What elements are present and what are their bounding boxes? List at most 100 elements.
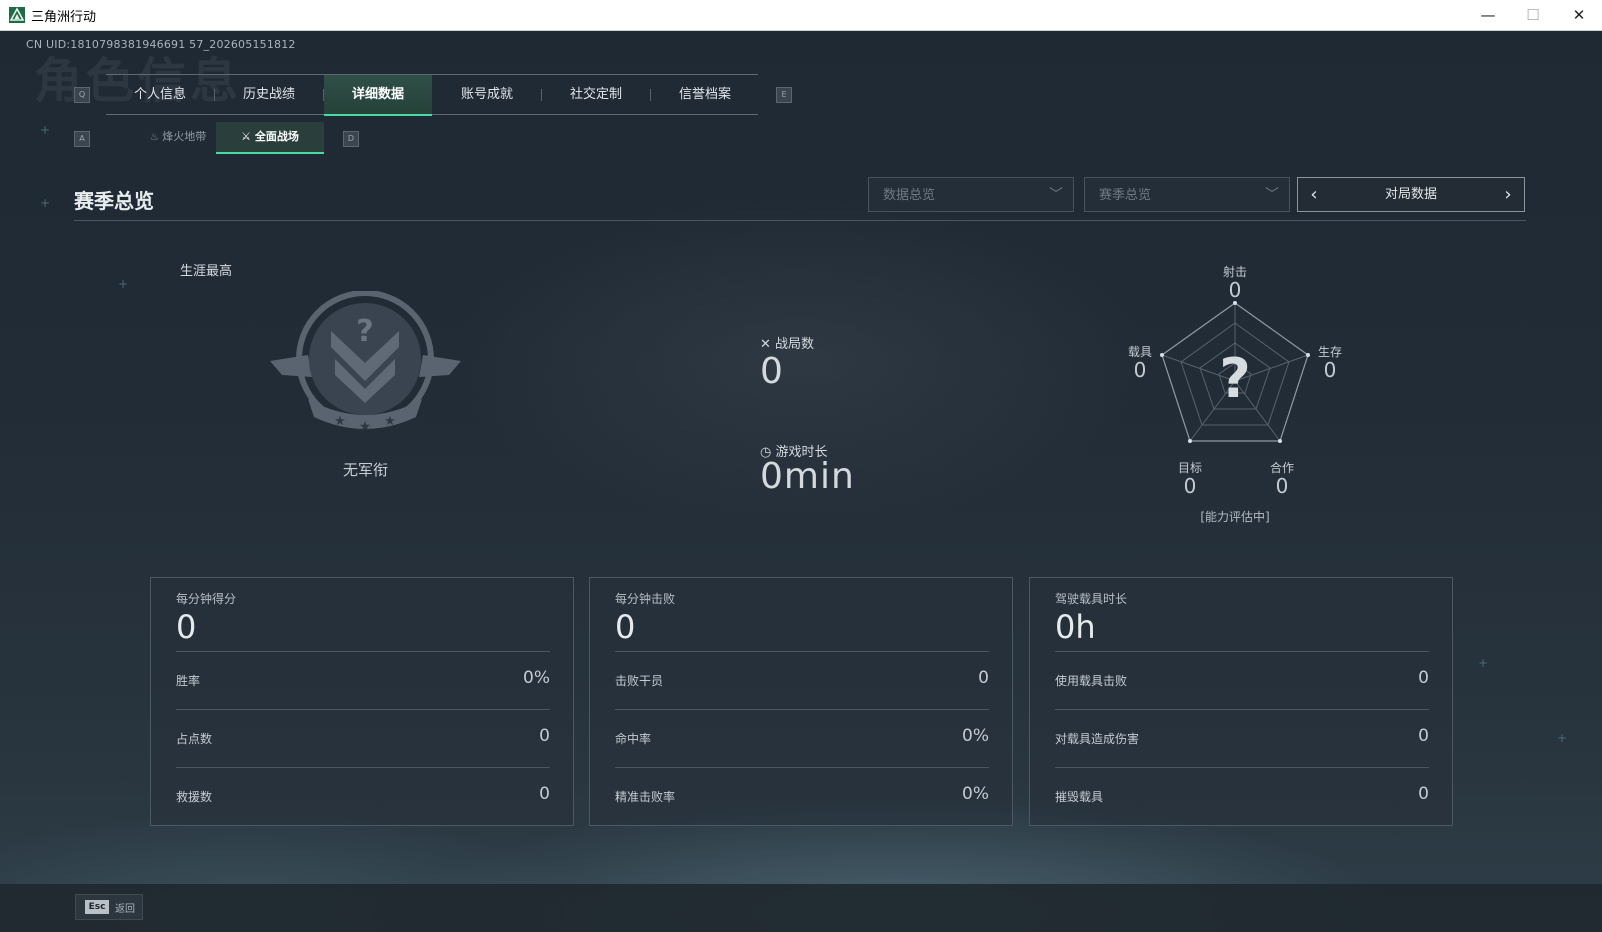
close-button[interactable]: ✕ xyxy=(1556,0,1602,30)
pager-label: 对局数据 xyxy=(1384,187,1437,202)
radar-status: [能力评估中] xyxy=(1200,510,1270,524)
card-head-value: 0h xyxy=(1055,608,1096,646)
card-head-label: 每分钟击败 xyxy=(615,592,676,606)
decor-crosshair: + xyxy=(118,277,129,291)
matches-stat: ✕ 战局数 xyxy=(760,333,814,352)
tab-match-history[interactable]: 历史战绩 xyxy=(215,75,323,114)
career-best-label: 生涯最高 xyxy=(180,264,233,279)
chevron-down-icon: ﹀ xyxy=(1265,187,1279,203)
decor-crosshair: + xyxy=(40,123,51,137)
card-head-value: 0 xyxy=(615,608,636,646)
card-head-label: 驾驶载具时长 xyxy=(1055,592,1128,606)
vehicle-stats-card: 驾驶载具时长 0h 使用载具击败 0 对载具造成伤害 0 摧毁载具 0 xyxy=(1029,577,1453,826)
main-tabs: 个人信息 历史战绩 详细数据 账号成就 社交定制 信誉档案 xyxy=(106,74,759,116)
game-viewport: 角色信息 CN UID:1810798381946691 57_20260515… xyxy=(0,31,1602,932)
score-stats-card: 每分钟得分 0 胜率 0% 占点数 0 救援数 0 xyxy=(150,577,574,826)
radar-value-shooting: 0 xyxy=(1228,278,1242,302)
card-head-label: 每分钟得分 xyxy=(176,592,237,606)
window-title: 三角洲行动 xyxy=(31,10,97,25)
stat-row-value: 0% xyxy=(523,668,550,688)
subtab-warfare[interactable]: ⚔ 全面战场 xyxy=(216,122,324,154)
data-overview-dropdown[interactable]: 数据总览 ﹀ xyxy=(868,177,1074,212)
maximize-button[interactable]: ☐ xyxy=(1510,0,1556,30)
campfire-icon: ♨ xyxy=(149,132,159,143)
stat-row-label: 精准击败率 xyxy=(615,790,676,804)
stat-row: 胜率 0% xyxy=(176,651,550,710)
next-tab-key[interactable]: E xyxy=(776,87,792,103)
playtime-value: 0min xyxy=(760,456,855,497)
app-logo-icon xyxy=(9,7,25,23)
stat-row-label: 使用载具击败 xyxy=(1055,674,1128,688)
tab-achievements[interactable]: 账号成就 xyxy=(433,75,541,114)
decor-crosshair: + xyxy=(1557,731,1568,745)
prev-tab-key[interactable]: Q xyxy=(74,87,90,103)
tab-social-custom[interactable]: 社交定制 xyxy=(542,75,650,114)
stat-row-label: 击败干员 xyxy=(615,674,664,688)
dropdown-value: 数据总览 xyxy=(883,188,936,203)
tab-detailed-data[interactable]: 详细数据 xyxy=(324,75,432,116)
rank-emblem-icon: ? ★ ★ ★ xyxy=(268,290,463,441)
stat-row-value: 0 xyxy=(1418,784,1429,804)
card-head-value: 0 xyxy=(176,608,197,646)
stat-row-label: 对载具造成伤害 xyxy=(1055,732,1140,746)
stat-row-value: 0% xyxy=(962,726,989,746)
season-overview-dropdown[interactable]: 赛季总览 ﹀ xyxy=(1084,177,1290,212)
section-divider xyxy=(74,220,1526,221)
tab-credit-record[interactable]: 信誉档案 xyxy=(651,75,759,114)
stat-row: 摧毁载具 0 xyxy=(1055,767,1429,826)
ability-radar-chart: ? xyxy=(1150,293,1320,453)
stat-row: 命中率 0% xyxy=(615,709,989,768)
stat-row-label: 占点数 xyxy=(176,732,213,746)
stat-row-value: 0 xyxy=(978,668,989,688)
stat-row-value: 0 xyxy=(539,726,550,746)
svg-text:?: ? xyxy=(356,314,373,349)
crossed-swords-icon: ✕ xyxy=(760,337,771,352)
stat-row-value: 0 xyxy=(539,784,550,804)
chevron-down-icon: ﹀ xyxy=(1049,187,1063,203)
subtab-label: 全面战场 xyxy=(254,130,299,143)
radar-value-objective: 0 xyxy=(1183,474,1197,498)
rank-name: 无军衔 xyxy=(343,461,389,479)
chevron-right-icon[interactable]: › xyxy=(1496,178,1520,211)
radar-value-teamwork: 0 xyxy=(1275,474,1289,498)
stat-row-label: 命中率 xyxy=(615,732,652,746)
stat-row: 击败干员 0 xyxy=(615,651,989,710)
stat-row: 占点数 0 xyxy=(176,709,550,768)
subtab-label: 烽火地带 xyxy=(162,130,207,143)
tab-personal-info[interactable]: 个人信息 xyxy=(106,75,214,114)
stat-row-label: 救援数 xyxy=(176,790,213,804)
esc-key-icon: Esc xyxy=(85,900,109,914)
decor-crosshair: + xyxy=(1478,656,1489,670)
section-title: 赛季总览 xyxy=(74,189,154,213)
battlefield-icon: ⚔ xyxy=(241,130,252,143)
dropdown-value: 赛季总览 xyxy=(1099,188,1152,203)
stat-row-value: 0 xyxy=(1418,726,1429,746)
stat-row-label: 摧毁载具 xyxy=(1055,790,1104,804)
svg-text:★: ★ xyxy=(384,414,396,429)
stat-row-value: 0 xyxy=(1418,668,1429,688)
match-data-pager: ‹ 对局数据 › xyxy=(1297,177,1525,212)
matches-label: 战局数 xyxy=(775,337,815,352)
stat-row-label: 胜率 xyxy=(176,674,201,688)
stat-row: 救援数 0 xyxy=(176,767,550,826)
radar-value-vehicle: 0 xyxy=(1133,358,1147,382)
window-titlebar: 三角洲行动 — ☐ ✕ xyxy=(0,0,1602,31)
next-subtab-key[interactable]: D xyxy=(343,131,359,147)
back-label: 返回 xyxy=(115,904,135,915)
svg-text:★: ★ xyxy=(334,414,346,429)
stat-row-value: 0% xyxy=(962,784,989,804)
stat-row: 对载具造成伤害 0 xyxy=(1055,709,1429,768)
back-button[interactable]: Esc 返回 xyxy=(75,894,143,920)
prev-subtab-key[interactable]: A xyxy=(74,131,90,147)
stat-row: 使用载具击败 0 xyxy=(1055,651,1429,710)
radar-center-symbol: ? xyxy=(1219,347,1251,410)
decor-crosshair: + xyxy=(40,196,51,210)
kill-stats-card: 每分钟击败 0 击败干员 0 命中率 0% 精准击败率 0% xyxy=(589,577,1013,826)
svg-text:★: ★ xyxy=(359,419,372,435)
radar-value-survival: 0 xyxy=(1323,358,1337,382)
matches-value: 0 xyxy=(760,351,784,392)
bottom-bar: Esc 返回 xyxy=(0,884,1602,932)
minimize-button[interactable]: — xyxy=(1465,0,1511,30)
uid-label: CN UID:1810798381946691 57_202605151812 xyxy=(26,38,296,51)
stat-row: 精准击败率 0% xyxy=(615,767,989,826)
